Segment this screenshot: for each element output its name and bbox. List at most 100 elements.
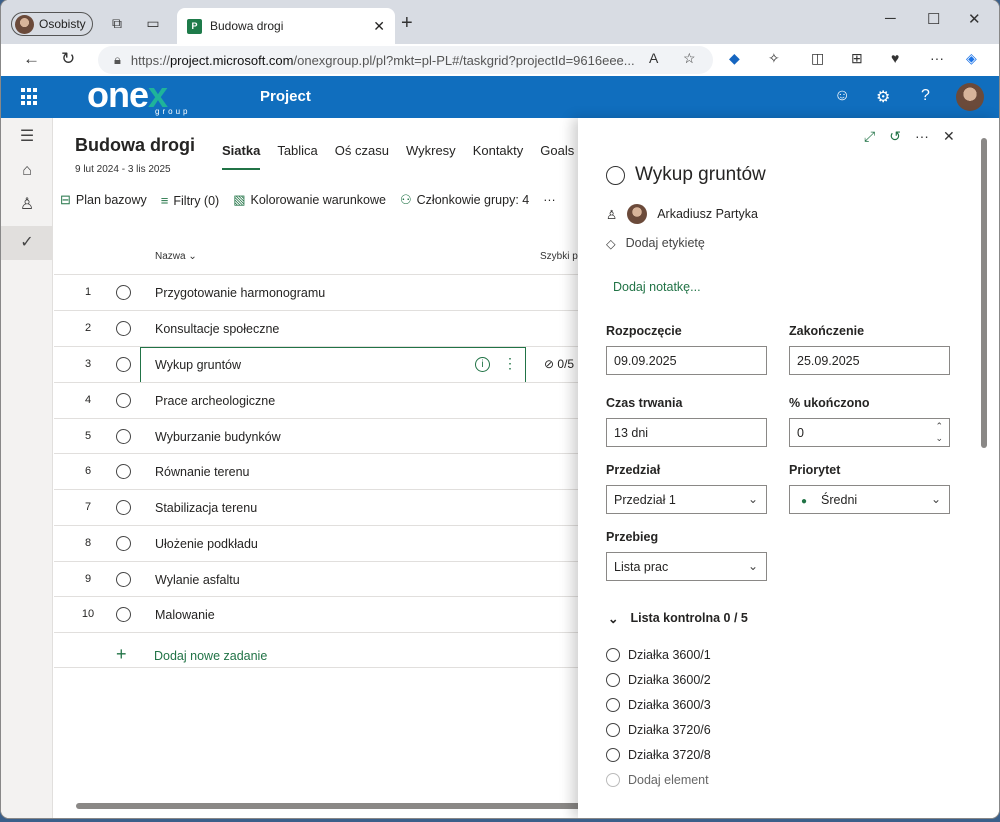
baseline-icon: ⊟ xyxy=(60,192,71,207)
duration-label: Czas trwania xyxy=(606,396,683,410)
complete-checkbox[interactable] xyxy=(116,607,131,622)
info-icon[interactable]: i xyxy=(475,357,490,372)
minimize-icon[interactable]: ─ xyxy=(885,10,896,27)
complete-checkbox[interactable] xyxy=(116,464,131,479)
assignee[interactable]: ♙ Arkadiusz Partyka xyxy=(606,204,758,224)
complete-checkbox[interactable] xyxy=(116,536,131,551)
task-title[interactable]: Wykup gruntów xyxy=(635,164,766,186)
person-icon[interactable]: ♙ xyxy=(1,188,53,222)
complete-checkbox[interactable] xyxy=(116,357,131,372)
add-checklist-item[interactable]: Dodaj element xyxy=(606,773,709,787)
extension-icon[interactable]: ◆ xyxy=(729,50,740,67)
split-screen-icon[interactable]: ◫ xyxy=(811,50,824,67)
back-icon[interactable]: ← xyxy=(23,49,40,69)
duration-field[interactable]: 13 dni xyxy=(606,418,767,447)
settings-gear-icon[interactable]: ⚙ xyxy=(876,87,890,107)
table-row[interactable]: 7 Stabilizacja terenu xyxy=(54,490,578,526)
plus-icon: + xyxy=(116,644,127,664)
help-icon[interactable]: ? xyxy=(921,87,930,105)
tab-grid[interactable]: Siatka xyxy=(222,143,261,170)
user-avatar[interactable] xyxy=(956,83,984,111)
tab-people[interactable]: Kontakty xyxy=(473,143,524,170)
row-more-icon[interactable]: ⋮ xyxy=(503,355,517,372)
feedback-smiley-icon[interactable]: ☺ xyxy=(834,87,850,105)
address-bar: ← ↻ 🔒︎ https://project.microsoft.com/one… xyxy=(1,44,999,76)
checklist-header[interactable]: ⌄ Lista kontrolna 0 / 5 xyxy=(608,611,748,626)
table-row[interactable]: 6 Równanie terenu xyxy=(54,454,578,490)
panel-scrollbar[interactable] xyxy=(980,138,988,798)
filter-icon: ≡ xyxy=(160,192,169,208)
copilot-icon[interactable]: ◈ xyxy=(966,50,977,67)
toolbar-more-button[interactable]: ··· xyxy=(543,193,556,207)
complete-checkbox[interactable] xyxy=(116,285,131,300)
chevron-down-icon: ⌄ xyxy=(930,492,941,506)
column-header-quick[interactable]: Szybki p xyxy=(540,251,578,262)
checkmark-tasks-icon[interactable]: ✓ xyxy=(1,226,53,260)
end-date-field[interactable]: 25.09.2025 xyxy=(789,346,950,375)
table-row[interactable]: 1 Przygotowanie harmonogramu xyxy=(54,275,578,311)
table-row-selected[interactable]: 3 Wykup gruntów i ⋮ ⊘ 0/5 xyxy=(54,347,578,383)
browser-essentials-icon[interactable]: ♥ xyxy=(891,50,899,66)
tab-board[interactable]: Tablica xyxy=(277,143,317,170)
home-icon[interactable]: ⌂ xyxy=(1,154,53,188)
app-launcher-icon[interactable] xyxy=(21,88,39,106)
add-label-button[interactable]: ◇ Dodaj etykietę xyxy=(606,236,705,251)
add-note-link[interactable]: Dodaj notatkę... xyxy=(613,280,701,294)
favorite-star-icon[interactable]: ☆ xyxy=(683,50,696,67)
window-close-icon[interactable]: ✕ xyxy=(968,10,981,28)
expand-icon[interactable]: ⤢ xyxy=(864,128,875,145)
priority-select[interactable]: ● Średni ⌄ xyxy=(789,485,950,514)
tab-close-icon[interactable]: ✕ xyxy=(373,18,385,35)
settings-more-icon[interactable]: ··· xyxy=(930,50,944,66)
complete-checkbox[interactable] xyxy=(116,321,131,336)
workspaces-icon[interactable]: ⧉ xyxy=(108,14,126,32)
progress-select[interactable]: Lista prac ⌄ xyxy=(606,552,767,581)
complete-checkbox[interactable] xyxy=(116,429,131,444)
baseline-button[interactable]: ⊟ Plan bazowy xyxy=(60,192,147,208)
column-header-name[interactable]: Nazwa ⌄ xyxy=(155,251,197,262)
group-members-button[interactable]: ⚇ Członkowie grupy: 4 xyxy=(400,192,529,208)
table-row[interactable]: 4 Prace archeologiczne xyxy=(54,383,578,419)
filters-button[interactable]: ≡ Filtry (0) xyxy=(161,193,219,208)
maximize-icon[interactable]: ☐ xyxy=(927,10,940,28)
project-favicon-icon: P xyxy=(187,18,202,34)
bucket-select[interactable]: Przedział 1 ⌄ xyxy=(606,485,767,514)
table-row[interactable]: 9 Wylanie asfaltu xyxy=(54,562,578,598)
table-row[interactable]: 10 Malowanie xyxy=(54,597,578,633)
checklist-item[interactable]: Działka 3720/8 xyxy=(606,748,711,762)
percent-stepper[interactable]: 0 ⌃ ⌄ xyxy=(789,418,950,447)
menu-hamburger-icon[interactable]: ☰ xyxy=(1,120,53,154)
complete-checkbox[interactable] xyxy=(116,393,131,408)
history-icon[interactable]: ↺ xyxy=(889,128,901,145)
tab-actions-icon[interactable]: ▭ xyxy=(144,14,162,32)
panel-close-icon[interactable]: ✕ xyxy=(943,128,955,145)
browser-tab[interactable]: P Budowa drogi ✕ xyxy=(177,8,395,44)
horizontal-scrollbar[interactable] xyxy=(66,802,596,810)
conditional-coloring-button[interactable]: ▧ Kolorowanie warunkowe xyxy=(233,192,386,208)
table-row[interactable]: 5 Wyburzanie budynków xyxy=(54,419,578,455)
read-aloud-icon[interactable]: A xyxy=(649,50,658,66)
start-date-field[interactable]: 09.09.2025 xyxy=(606,346,767,375)
collections-icon[interactable]: ⊞ xyxy=(851,50,863,67)
extensions-puzzle-icon[interactable]: ✧ xyxy=(768,50,780,67)
task-complete-checkbox[interactable] xyxy=(606,166,625,185)
tab-timeline[interactable]: Oś czasu xyxy=(335,143,389,170)
tab-goals[interactable]: Goals xyxy=(540,143,574,170)
checklist-item[interactable]: Działka 3720/6 xyxy=(606,723,711,737)
checklist-item[interactable]: Działka 3600/2 xyxy=(606,673,711,687)
tab-charts[interactable]: Wykresy xyxy=(406,143,456,170)
profile-button[interactable]: Osobisty xyxy=(11,12,93,36)
url-field[interactable]: 🔒︎ https://project.microsoft.com/onexgro… xyxy=(98,46,713,74)
checklist-item[interactable]: Działka 3600/1 xyxy=(606,648,711,662)
new-tab-icon[interactable]: + xyxy=(401,12,413,35)
browser-tabbar: Osobisty ⧉ ▭ P Budowa drogi ✕ + ─ ☐ ✕ xyxy=(1,0,999,44)
percent-label: % ukończono xyxy=(789,396,870,410)
table-row[interactable]: 8 Ułożenie podkładu xyxy=(54,526,578,562)
table-row[interactable]: 2 Konsultacje społeczne xyxy=(54,311,578,347)
complete-checkbox[interactable] xyxy=(116,572,131,587)
panel-more-icon[interactable]: ··· xyxy=(915,128,929,145)
refresh-icon[interactable]: ↻ xyxy=(61,49,75,69)
checklist-item[interactable]: Działka 3600/3 xyxy=(606,698,711,712)
complete-checkbox[interactable] xyxy=(116,500,131,515)
stepper-arrows-icon[interactable]: ⌃ ⌄ xyxy=(935,420,943,444)
